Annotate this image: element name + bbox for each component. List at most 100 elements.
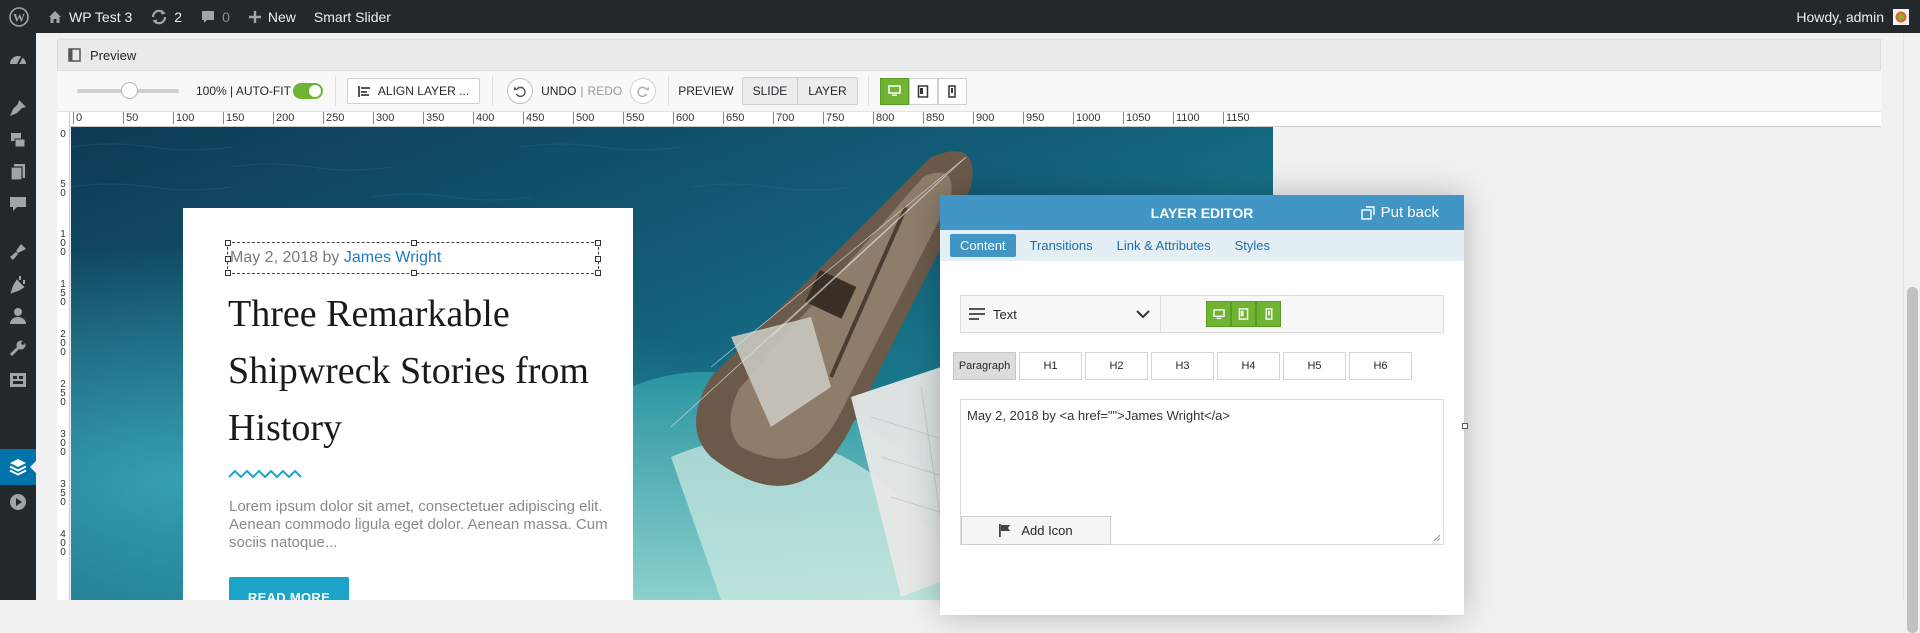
preview-layer-button[interactable]: LAYER: [797, 78, 857, 104]
ruler-tick-label: 800: [873, 112, 894, 124]
tablet-device-button[interactable]: [908, 77, 938, 105]
scrollbar-thumb[interactable]: [1907, 287, 1918, 633]
resize-handle[interactable]: [225, 270, 231, 276]
layer-type-select[interactable]: Text: [961, 296, 1161, 332]
zoom-slider[interactable]: [77, 82, 179, 99]
put-back-button[interactable]: Put back: [1360, 204, 1439, 221]
heading-h6-button[interactable]: H6: [1349, 352, 1412, 380]
desktop-device-button[interactable]: [879, 77, 909, 105]
layer-tablet-button[interactable]: [1231, 301, 1256, 327]
toolbar-divider: [334, 76, 336, 106]
ruler-tick-label: 150: [60, 279, 66, 308]
comments-link[interactable]: 0: [191, 0, 239, 33]
plugins-icon[interactable]: [7, 273, 29, 295]
posts-icon[interactable]: [7, 97, 29, 119]
layer-editor-panel: LAYER EDITOR Put back Content Transition…: [940, 195, 1464, 615]
updates-link[interactable]: 2: [141, 0, 191, 33]
ruler-tick-label: 100: [60, 229, 66, 258]
heading-h1-button[interactable]: H1: [1019, 352, 1082, 380]
layer-editor-tabs: Content Transitions Link & Attributes St…: [940, 230, 1464, 261]
undo-button[interactable]: [507, 78, 534, 104]
slide-body-text[interactable]: Lorem ipsum dolor sit amet, consectetuer…: [229, 498, 609, 552]
layer-editor-header[interactable]: LAYER EDITOR Put back: [940, 195, 1464, 230]
ruler-tick-label: 850: [923, 112, 944, 124]
add-icon-button[interactable]: Add Icon: [961, 516, 1111, 545]
ruler-tick-label: 200: [273, 112, 294, 124]
layer-mobile-button[interactable]: [1256, 301, 1281, 327]
comments-icon[interactable]: [7, 193, 29, 215]
site-name-link[interactable]: WP Test 3: [38, 0, 141, 33]
page-scrollbar[interactable]: [1903, 33, 1920, 633]
preview-slide-button[interactable]: SLIDE: [742, 78, 798, 104]
ruler-tick-label: 0: [73, 112, 82, 124]
editor-resize-handle[interactable]: [1462, 423, 1468, 429]
updates-icon: [150, 8, 168, 26]
undo-label[interactable]: UNDO: [541, 84, 576, 98]
media-icon[interactable]: [7, 129, 29, 151]
undo-redo-separator: |: [580, 84, 584, 98]
heading-paragraph-button[interactable]: Paragraph: [953, 352, 1016, 380]
align-layer-button[interactable]: ALIGN LAYER ...: [346, 78, 481, 104]
wordpress-logo-button[interactable]: W: [0, 0, 38, 33]
play-icon[interactable]: [7, 491, 29, 513]
redo-button[interactable]: [630, 78, 657, 104]
tab-content[interactable]: Content: [950, 234, 1016, 257]
ruler-tick-label: 400: [473, 112, 494, 124]
comment-bubble-icon: [200, 9, 216, 25]
dashboard-icon[interactable]: [7, 49, 29, 71]
resize-handle[interactable]: [595, 256, 601, 262]
new-label: New: [267, 8, 296, 25]
my-account-link[interactable]: Howdy, admin: [1787, 0, 1920, 33]
resize-handle[interactable]: [411, 240, 417, 246]
new-content-link[interactable]: New: [239, 0, 305, 33]
resize-handle[interactable]: [225, 240, 231, 246]
mobile-icon: [948, 84, 956, 98]
ruler-tick-label: 50: [60, 179, 66, 199]
smart-slider-icon[interactable]: [7, 456, 29, 478]
appearance-icon[interactable]: [7, 241, 29, 263]
users-icon[interactable]: [7, 305, 29, 327]
mobile-device-button[interactable]: [937, 77, 967, 105]
redo-label[interactable]: REDO: [588, 84, 623, 98]
auto-fit-toggle[interactable]: [292, 83, 323, 99]
tab-link-attributes[interactable]: Link & Attributes: [1107, 234, 1221, 257]
ruler-tick-label: 900: [973, 112, 994, 124]
align-layer-label: ALIGN LAYER ...: [377, 84, 470, 98]
toolbar-divider: [668, 76, 670, 106]
heading-h5-button[interactable]: H5: [1283, 352, 1346, 380]
layer-type-value: Text: [993, 306, 1017, 322]
settings-icon[interactable]: [7, 369, 29, 391]
zoom-slider-handle[interactable]: [121, 82, 138, 99]
resize-handle[interactable]: [411, 270, 417, 276]
layer-text-value[interactable]: May 2, 2018 by <a href="">James Wright</…: [967, 408, 1230, 423]
ruler-tick-label: 500: [573, 112, 594, 124]
layer-text-editor[interactable]: May 2, 2018 by <a href="">James Wright</…: [960, 399, 1444, 545]
slide-content-card[interactable]: May 2, 2018 by James Wright Three Remark…: [183, 208, 633, 600]
pages-icon[interactable]: [7, 161, 29, 183]
heading-h4-button[interactable]: H4: [1217, 352, 1280, 380]
tab-styles[interactable]: Styles: [1225, 234, 1280, 257]
plus-icon: [248, 10, 262, 24]
tab-transitions[interactable]: Transitions: [1020, 234, 1103, 257]
slide-title[interactable]: Three Remarkable Shipwreck Stories from …: [228, 286, 608, 457]
ruler-tick-label: 950: [1023, 112, 1044, 124]
tools-icon[interactable]: [7, 337, 29, 359]
ruler-tick-label: 700: [773, 112, 794, 124]
heading-h2-button[interactable]: H2: [1085, 352, 1148, 380]
read-more-button[interactable]: READ MORE: [229, 577, 349, 600]
preview-label: Preview: [90, 47, 137, 63]
heading-h3-button[interactable]: H3: [1151, 352, 1214, 380]
resize-grip-icon[interactable]: [1433, 534, 1441, 542]
align-icon: [357, 85, 370, 97]
ruler-tick-label: 100: [173, 112, 194, 124]
zoom-label: 100% | AUTO-FIT: [196, 84, 291, 98]
admin-bar: W WP Test 3 2 0 New Smart Slider Howdy, …: [0, 0, 1920, 33]
selected-meta-layer[interactable]: May 2, 2018 by James Wright: [225, 240, 601, 276]
redo-icon: [636, 84, 650, 98]
resize-handle[interactable]: [595, 240, 601, 246]
ruler-tick-label: 300: [60, 429, 66, 458]
smart-slider-link[interactable]: Smart Slider: [305, 0, 400, 33]
post-author-link[interactable]: James Wright: [344, 249, 442, 266]
resize-handle[interactable]: [595, 270, 601, 276]
layer-desktop-button[interactable]: [1206, 301, 1231, 327]
